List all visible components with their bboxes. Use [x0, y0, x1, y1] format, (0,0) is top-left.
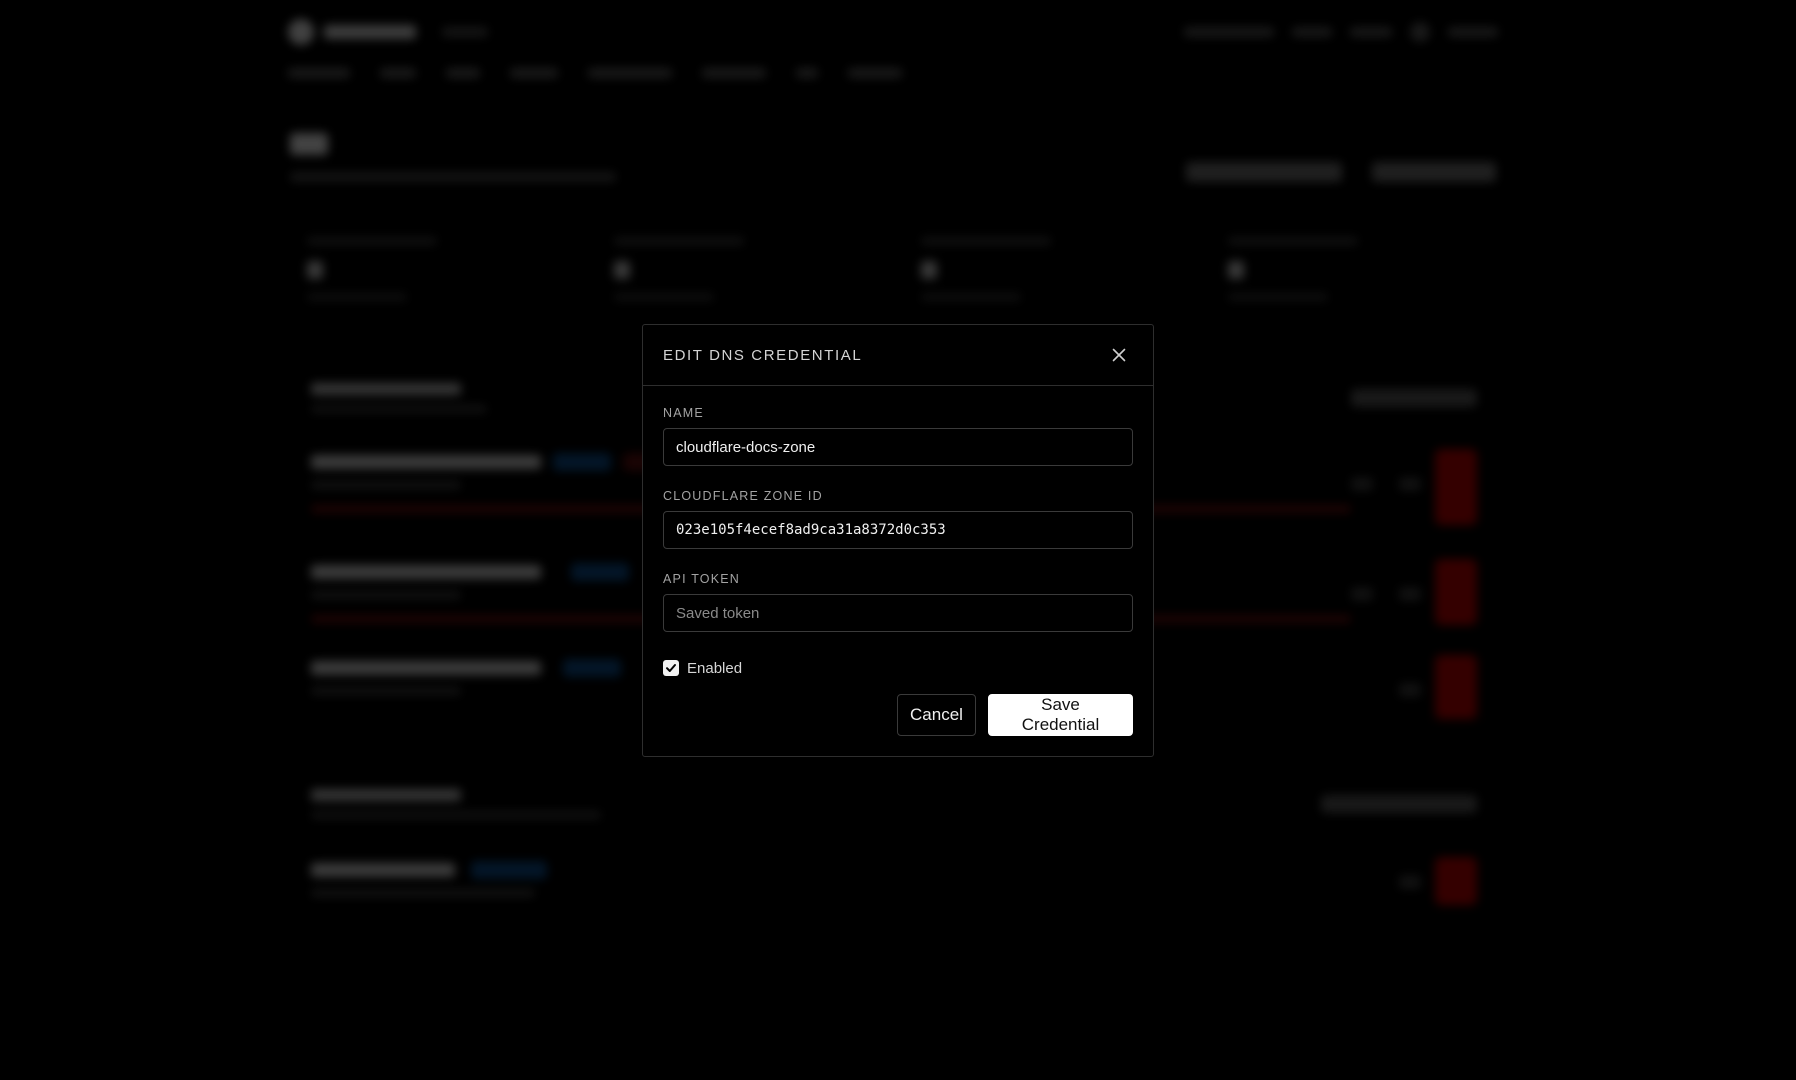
zone-id-field-group: CLOUDFLARE ZONE ID: [663, 489, 1133, 549]
zone-id-input[interactable]: [663, 511, 1133, 549]
name-field-group: NAME: [663, 406, 1133, 466]
check-icon: [666, 664, 676, 672]
cancel-button[interactable]: Cancel: [897, 694, 976, 736]
name-input[interactable]: [663, 428, 1133, 466]
close-icon: [1112, 348, 1126, 362]
modal-header: EDIT DNS CREDENTIAL: [643, 325, 1153, 386]
api-token-input[interactable]: [663, 594, 1133, 632]
zone-id-label: CLOUDFLARE ZONE ID: [663, 489, 823, 503]
enabled-label[interactable]: Enabled: [687, 660, 742, 677]
edit-dns-credential-dialog: EDIT DNS CREDENTIAL NAME CLOUDFLARE ZONE…: [642, 324, 1154, 757]
save-credential-button[interactable]: Save Credential: [988, 694, 1133, 736]
api-token-field-group: API TOKEN: [663, 572, 1133, 632]
enabled-checkbox[interactable]: [663, 660, 679, 676]
api-token-label: API TOKEN: [663, 572, 741, 586]
name-label: NAME: [663, 406, 704, 420]
modal-footer: Cancel Save Credential: [897, 694, 1133, 736]
enabled-row: Enabled: [663, 658, 1133, 678]
modal-body: NAME CLOUDFLARE ZONE ID API TOKEN Enable…: [643, 386, 1153, 678]
close-button[interactable]: [1105, 341, 1133, 369]
modal-title: EDIT DNS CREDENTIAL: [663, 346, 863, 364]
